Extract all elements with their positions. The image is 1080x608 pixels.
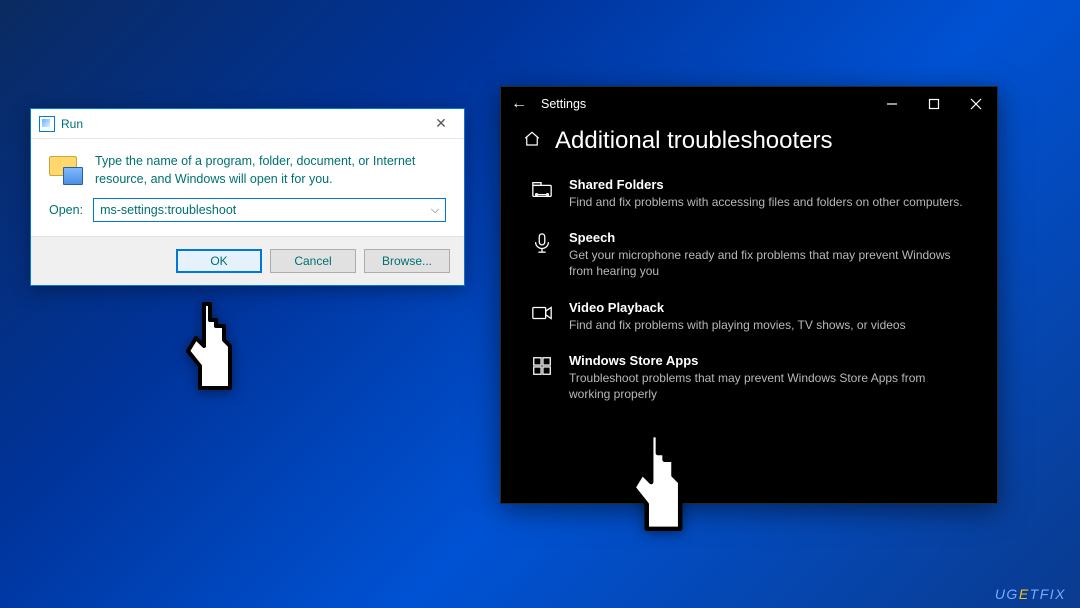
run-description: Type the name of a program, folder, docu… (95, 153, 446, 188)
browse-button[interactable]: Browse... (364, 249, 450, 273)
open-input[interactable] (94, 199, 425, 221)
watermark: UGETFIX (995, 586, 1066, 602)
troubleshooter-windows-store-apps[interactable]: Windows Store Apps Troubleshoot problems… (523, 345, 975, 410)
maximize-icon[interactable] (913, 87, 955, 121)
settings-window-title: Settings (541, 97, 586, 111)
settings-titlebar[interactable]: ← Settings (501, 87, 997, 121)
ts-title: Windows Store Apps (569, 353, 969, 368)
microphone-icon (529, 230, 555, 279)
cursor-pointer-icon (176, 296, 246, 401)
video-icon (529, 300, 555, 333)
settings-content: Additional troubleshooters Shared Folder… (501, 127, 997, 410)
run-window-title: Run (61, 117, 83, 131)
page-title: Additional troubleshooters (555, 127, 833, 155)
run-dialog: Run ✕ Type the name of a program, folder… (30, 108, 465, 286)
troubleshooter-speech[interactable]: Speech Get your microphone ready and fix… (523, 222, 975, 287)
shared-folders-icon (529, 177, 555, 210)
run-body: Type the name of a program, folder, docu… (31, 139, 464, 194)
troubleshooter-video-playback[interactable]: Video Playback Find and fix problems wit… (523, 292, 975, 341)
open-input-wrap[interactable]: ⌵ (93, 198, 446, 222)
ts-title: Speech (569, 230, 969, 245)
troubleshooter-shared-folders[interactable]: Shared Folders Find and fix problems wit… (523, 169, 975, 218)
home-icon[interactable] (523, 130, 541, 153)
run-open-row: Open: ⌵ (31, 194, 464, 236)
settings-window: ← Settings Additional troubleshooters Sh… (500, 86, 998, 504)
close-icon[interactable] (955, 87, 997, 121)
ts-desc: Troubleshoot problems that may prevent W… (569, 370, 969, 402)
open-label: Open: (49, 203, 83, 217)
close-icon[interactable]: ✕ (418, 109, 464, 139)
run-titlebar[interactable]: Run ✕ (31, 109, 464, 139)
cancel-button[interactable]: Cancel (270, 249, 356, 273)
run-program-icon (49, 153, 83, 187)
page-title-row: Additional troubleshooters (523, 127, 975, 155)
ts-desc: Find and fix problems with accessing fil… (569, 194, 963, 210)
store-apps-icon (529, 353, 555, 402)
minimize-icon[interactable] (871, 87, 913, 121)
ts-title: Shared Folders (569, 177, 963, 192)
ok-button[interactable]: OK (176, 249, 262, 273)
run-button-row: OK Cancel Browse... (31, 236, 464, 285)
chevron-down-icon[interactable]: ⌵ (425, 204, 445, 217)
run-app-icon (39, 116, 55, 132)
ts-desc: Get your microphone ready and fix proble… (569, 247, 969, 279)
ts-desc: Find and fix problems with playing movie… (569, 317, 906, 333)
ts-title: Video Playback (569, 300, 906, 315)
back-arrow-icon[interactable]: ← (511, 95, 535, 113)
